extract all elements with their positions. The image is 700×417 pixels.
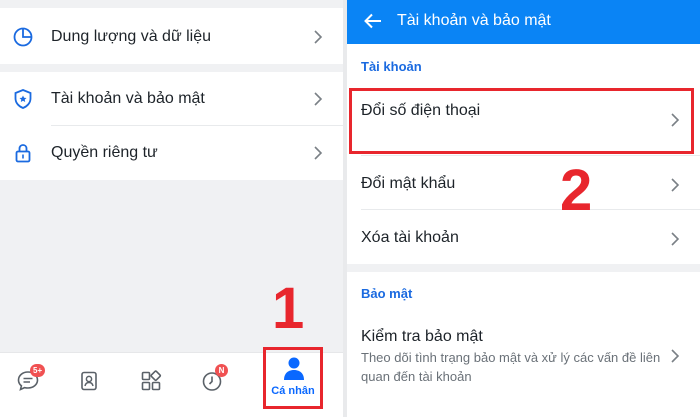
contacts-icon: [81, 371, 97, 391]
settings-item-account-security[interactable]: Tài khoản và bảo mật: [0, 72, 343, 126]
chevron-right-icon: [671, 232, 680, 246]
change-password-label: Đổi mật khẩu: [361, 175, 456, 192]
lock-icon: [12, 142, 34, 164]
row-divider: [361, 209, 700, 210]
nav-profile[interactable]: Cá nhân: [263, 347, 323, 409]
settings-item-privacy[interactable]: Quyền riêng tư: [0, 126, 343, 180]
grid-icon: [141, 370, 162, 391]
security-check-description: Theo dõi tình trạng bảo mật và xử lý các…: [361, 350, 661, 384]
chevron-right-icon: [671, 178, 680, 192]
message-count-badge: 5+: [30, 364, 46, 377]
chevron-right-icon: [314, 92, 323, 106]
nav-timeline[interactable]: N: [198, 364, 228, 395]
pie-chart-icon: [12, 26, 34, 48]
chevron-right-icon: [671, 349, 680, 363]
timeline-badge: N: [215, 364, 228, 377]
settings-item-storage[interactable]: Dung lượng và dữ liệu: [0, 10, 343, 64]
section-divider: [0, 64, 343, 72]
chevron-right-icon: [314, 30, 323, 44]
section-title-security: Bảo mật: [361, 286, 413, 301]
chevron-right-icon: [314, 146, 323, 160]
profile-tab-label: Cá nhân: [271, 385, 315, 397]
step-number-2: 2: [560, 158, 593, 223]
settings-item-label: Tài khoản và bảo mật: [51, 90, 205, 107]
back-arrow-icon[interactable]: [363, 12, 383, 35]
page-title: Tài khoản và bảo mật: [397, 12, 551, 29]
shield-icon: [12, 88, 34, 110]
nav-discover[interactable]: [137, 367, 165, 395]
settings-panel: Dung lượng và dữ liệu Tài khoản và bảo m…: [0, 0, 343, 417]
highlight-box: [349, 88, 694, 154]
section-title-account: Tài khoản: [361, 59, 422, 74]
nav-contacts[interactable]: [75, 367, 103, 395]
header-bar: Tài khoản và bảo mật: [347, 0, 700, 44]
step-number-1: 1: [272, 276, 305, 341]
security-check-title: Kiểm tra bảo mật: [361, 328, 483, 345]
account-security-screen: Tài khoản và bảo mật Tài khoản Đổi số đi…: [347, 0, 700, 417]
row-divider: [361, 155, 700, 156]
nav-messages[interactable]: 5+: [14, 364, 46, 395]
section-divider: [347, 264, 700, 272]
section-divider: [0, 0, 343, 8]
delete-account-label: Xóa tài khoản: [361, 229, 459, 246]
settings-item-label: Quyền riêng tư: [51, 144, 158, 161]
user-icon: [283, 356, 305, 387]
settings-item-label: Dung lượng và dữ liệu: [51, 28, 211, 45]
